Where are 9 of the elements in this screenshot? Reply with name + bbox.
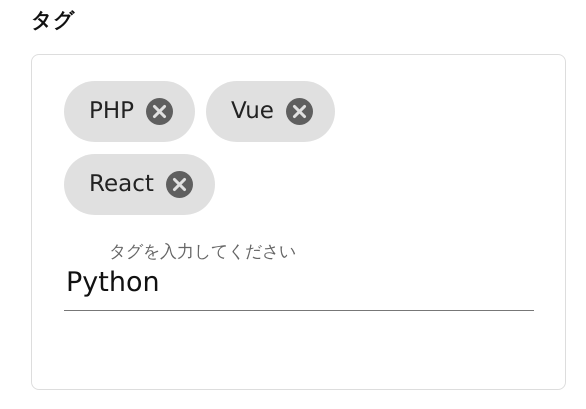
tag-chip[interactable]: Vue (206, 81, 335, 142)
remove-icon[interactable] (286, 98, 313, 125)
tag-chip[interactable]: PHP (64, 81, 196, 142)
remove-icon[interactable] (146, 98, 174, 125)
remove-icon[interactable] (166, 171, 193, 198)
field-label: タグを入力してください (109, 241, 297, 263)
tag-input-field[interactable]: Python (64, 263, 534, 310)
tag-chip[interactable]: React (64, 154, 215, 215)
section-title: タグ (31, 7, 76, 34)
